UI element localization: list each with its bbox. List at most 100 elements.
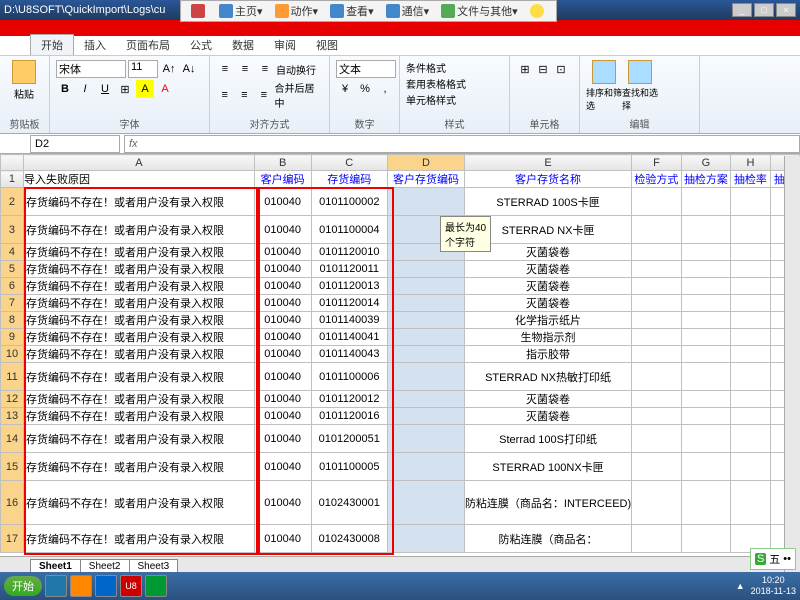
col-header-F[interactable]: F [632, 155, 682, 171]
formula-input[interactable]: fx [124, 135, 800, 153]
cell[interactable] [731, 295, 770, 312]
cell[interactable]: 存货编码不存在！或者用户没有录入权限 [23, 188, 254, 216]
cell[interactable] [731, 261, 770, 278]
cell[interactable]: 010040 [254, 188, 311, 216]
cell[interactable]: 0101140039 [311, 312, 387, 329]
cell[interactable]: 010040 [254, 453, 311, 481]
cell[interactable] [632, 295, 682, 312]
cell[interactable]: 010040 [254, 216, 311, 244]
remote-smile[interactable] [530, 4, 546, 18]
header-cell[interactable]: 客户编码 [254, 171, 311, 188]
cell[interactable]: 存货编码不存在！或者用户没有录入权限 [23, 346, 254, 363]
currency-button[interactable]: ¥ [336, 80, 354, 98]
cell[interactable] [731, 363, 770, 391]
percent-button[interactable]: % [356, 80, 374, 98]
cell[interactable] [632, 244, 682, 261]
delete-cell-button[interactable]: ⊟ [534, 60, 552, 78]
col-header-E[interactable]: E [464, 155, 631, 171]
col-header-A[interactable]: A [23, 155, 254, 171]
header-cell[interactable]: 抽检方案 [681, 171, 731, 188]
cell[interactable]: STERRAD 100NX卡匣 [464, 453, 631, 481]
cell[interactable] [731, 481, 770, 525]
cell[interactable] [632, 188, 682, 216]
cell[interactable] [681, 408, 731, 425]
header-cell[interactable]: 检验方式 [632, 171, 682, 188]
grid-area[interactable]: A B C D E F G H I 1 导入失败原因 客户编码 存货编码 客户存… [0, 154, 800, 556]
cell[interactable]: 0101120014 [311, 295, 387, 312]
select-all-corner[interactable] [1, 155, 24, 171]
row-header[interactable]: 3 [1, 216, 24, 244]
ime-bar[interactable]: S 五 •• [750, 548, 796, 570]
cell[interactable]: 灭菌袋卷 [464, 295, 631, 312]
cell[interactable] [731, 391, 770, 408]
bold-button[interactable]: B [56, 80, 74, 98]
cell[interactable] [632, 425, 682, 453]
header-cell[interactable]: 存货编码 [311, 171, 387, 188]
format-cell-button[interactable]: ⊡ [552, 60, 570, 78]
cell[interactable] [681, 453, 731, 481]
cell[interactable]: 0101100002 [311, 188, 387, 216]
spreadsheet-grid[interactable]: A B C D E F G H I 1 导入失败原因 客户编码 存货编码 客户存… [0, 154, 800, 553]
cell[interactable]: 010040 [254, 425, 311, 453]
row-header[interactable]: 2 [1, 188, 24, 216]
cell[interactable] [681, 312, 731, 329]
col-header-H[interactable]: H [731, 155, 770, 171]
tab-home[interactable]: 开始 [30, 34, 74, 55]
sort-filter-button[interactable]: 排序和筛选 [586, 60, 622, 112]
row-header[interactable]: 11 [1, 363, 24, 391]
cell[interactable]: 0101120016 [311, 408, 387, 425]
cell[interactable]: 010040 [254, 244, 311, 261]
cell[interactable] [681, 481, 731, 525]
cell[interactable]: 灭菌袋卷 [464, 261, 631, 278]
cell[interactable] [632, 312, 682, 329]
system-tray[interactable]: ▲ 10:20 2018-11-13 [736, 575, 796, 597]
cell[interactable] [632, 346, 682, 363]
vertical-scrollbar[interactable] [784, 156, 800, 576]
grow-font-button[interactable]: A↑ [160, 60, 178, 78]
align-right-button[interactable]: ≡ [255, 86, 273, 104]
cell[interactable]: 010040 [254, 278, 311, 295]
cell[interactable]: 0101120013 [311, 278, 387, 295]
cell[interactable] [731, 453, 770, 481]
remote-action[interactable]: 动作▾ [275, 3, 319, 19]
cell[interactable]: 010040 [254, 312, 311, 329]
tab-layout[interactable]: 页面布局 [116, 35, 180, 55]
cell[interactable] [681, 244, 731, 261]
cell[interactable] [731, 244, 770, 261]
tab-view[interactable]: 视图 [306, 35, 348, 55]
cell[interactable]: 010040 [254, 346, 311, 363]
row-header[interactable]: 17 [1, 525, 24, 553]
insert-cell-button[interactable]: ⊞ [516, 60, 534, 78]
border-button[interactable]: ⊞ [116, 80, 134, 98]
cell[interactable] [632, 216, 682, 244]
align-bot-button[interactable]: ≡ [256, 60, 274, 78]
cell[interactable]: 0101100005 [311, 453, 387, 481]
cell[interactable] [731, 216, 770, 244]
cell[interactable]: 灭菌袋卷 [464, 408, 631, 425]
taskbar-app-4[interactable]: U8 [120, 575, 142, 597]
shrink-font-button[interactable]: A↓ [180, 60, 198, 78]
cell[interactable]: 存货编码不存在！或者用户没有录入权限 [23, 408, 254, 425]
cell[interactable] [632, 525, 682, 553]
cell[interactable]: 存货编码不存在！或者用户没有录入权限 [23, 278, 254, 295]
cell[interactable] [681, 425, 731, 453]
cell[interactable]: 010040 [254, 261, 311, 278]
cell[interactable] [388, 278, 465, 295]
cell[interactable]: 0102430008 [311, 525, 387, 553]
cell[interactable] [632, 278, 682, 295]
cell[interactable] [388, 408, 465, 425]
cell[interactable]: 生物指示剂 [464, 329, 631, 346]
cell[interactable] [388, 525, 465, 553]
row-header[interactable]: 4 [1, 244, 24, 261]
row-header[interactable]: 9 [1, 329, 24, 346]
cell[interactable] [388, 261, 465, 278]
cell[interactable]: 0101120011 [311, 261, 387, 278]
taskbar-app-1[interactable] [45, 575, 67, 597]
cell[interactable]: 存货编码不存在！或者用户没有录入权限 [23, 453, 254, 481]
cell[interactable] [731, 278, 770, 295]
cell[interactable]: 灭菌袋卷 [464, 278, 631, 295]
cell[interactable]: Sterrad 100S打印纸 [464, 425, 631, 453]
remote-view[interactable]: 查看▾ [330, 3, 374, 19]
cell[interactable]: 0101140043 [311, 346, 387, 363]
clock[interactable]: 10:20 2018-11-13 [751, 575, 796, 597]
